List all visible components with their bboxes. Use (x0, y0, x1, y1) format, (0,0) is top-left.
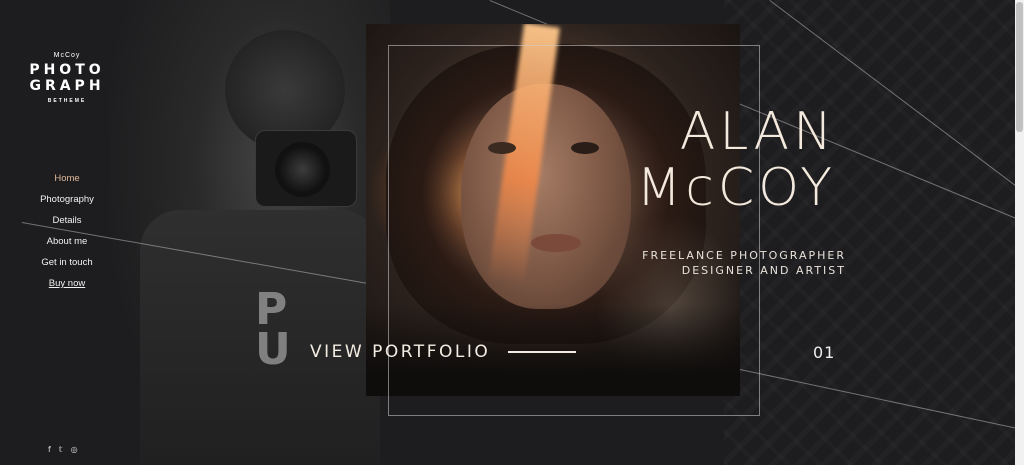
logo-title-line1: PHOTO (29, 62, 105, 78)
hero-name: ALAN McCOY (600, 104, 836, 216)
view-portfolio-label: VIEW PORTFOLIO (310, 342, 491, 362)
hero-tagline-line1: FREELANCE PHOTOGRAPHER (642, 249, 846, 262)
nav-item-buy-now[interactable]: Buy now (0, 273, 134, 294)
hero-name-line2: McCOY (636, 158, 836, 218)
social-links: f 𝕥 ◎ (48, 445, 78, 454)
slide-number: 01 (813, 343, 836, 362)
logo-subtitle: BETHEME (47, 98, 87, 104)
view-portfolio-button[interactable]: VIEW PORTFOLIO (310, 342, 577, 362)
site-logo[interactable]: McCoy PHOTO GRAPH BETHEME (0, 52, 134, 104)
hero-tagline-line2: DESIGNER AND ARTIST (681, 264, 846, 277)
logo-title-line2: GRAPH (29, 78, 105, 94)
page-stage: PU McCoy PHOTO GRAPH BETHEME Home Photog… (0, 0, 1024, 465)
nav-item-get-in-touch[interactable]: Get in touch (0, 252, 134, 273)
hero-name-line1: ALAN (679, 102, 836, 162)
camera-lens-shape (275, 142, 330, 197)
nav-item-details[interactable]: Details (0, 210, 134, 231)
leaf-pattern-background (724, 0, 1024, 465)
cta-underline-decoration (508, 351, 577, 353)
scrollbar-thumb[interactable] (1016, 2, 1023, 132)
shirt-print: PU (255, 284, 291, 375)
hero-tagline: FREELANCE PHOTOGRAPHER DESIGNER AND ARTI… (600, 248, 846, 278)
page-scrollbar[interactable] (1015, 0, 1024, 465)
main-navigation: Home Photography Details About me Get in… (0, 168, 134, 294)
instagram-icon[interactable]: ◎ (71, 445, 78, 454)
facebook-icon[interactable]: f (48, 445, 51, 454)
twitter-icon[interactable]: 𝕥 (59, 445, 63, 454)
nav-item-about-me[interactable]: About me (0, 231, 134, 252)
nav-item-photography[interactable]: Photography (0, 189, 134, 210)
nav-item-home[interactable]: Home (0, 168, 134, 189)
logo-small-text: McCoy (53, 52, 81, 59)
